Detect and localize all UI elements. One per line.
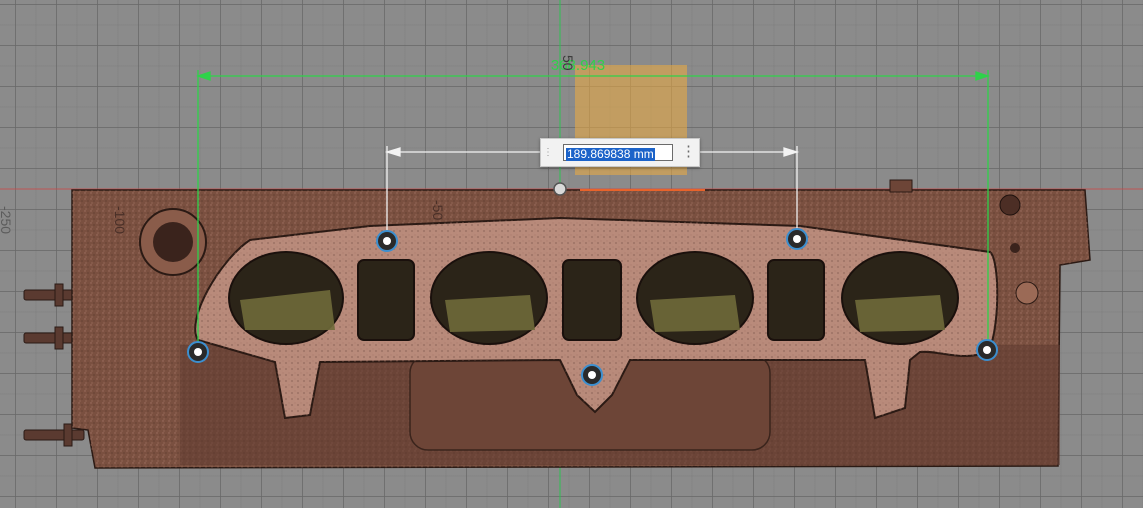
dimension-value-text: 189.869838 mm (566, 147, 655, 161)
model-scene[interactable]: 368.943 (0, 0, 1143, 508)
dimension-input-box[interactable]: ⋮ 189.869838 mm ⋮ (540, 138, 700, 167)
bolt-hole-point[interactable] (976, 339, 998, 361)
drag-handle-icon[interactable]: ⋮ (543, 143, 553, 162)
ruler-label-mid: -50 (430, 200, 446, 221)
intake-flange[interactable] (194, 216, 999, 420)
origin-point[interactable] (553, 182, 567, 196)
ruler-label-top: 50 (560, 55, 576, 71)
bolt-hole-point[interactable] (786, 228, 808, 250)
ruler-label-left: -250 (0, 206, 14, 235)
bolt-hole-point[interactable] (187, 341, 209, 363)
ruler-label-edge: -100 (112, 206, 128, 235)
more-vertical-icon[interactable]: ⋮ (681, 142, 696, 162)
bolt-hole-point[interactable] (581, 364, 603, 386)
dimension-value-field[interactable]: 189.869838 mm (563, 144, 673, 161)
bolt-hole-point[interactable] (376, 230, 398, 252)
3d-viewport[interactable]: 368.943 -250 50 -50 -100 ⋮ 189.869838 mm… (0, 0, 1143, 508)
